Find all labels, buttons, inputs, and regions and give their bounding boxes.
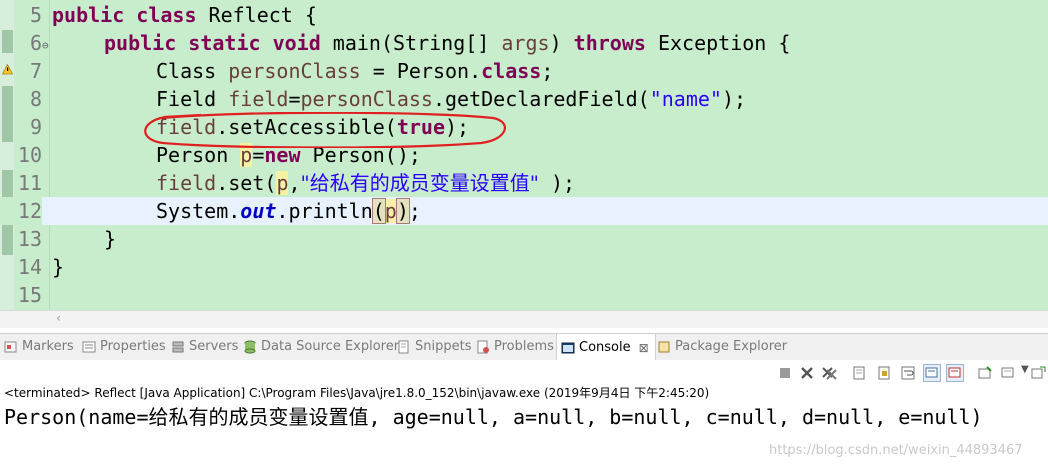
remove-launch-icon[interactable] <box>799 365 815 381</box>
tab-label: Problems <box>494 339 554 354</box>
code-line-current[interactable]: 12 System.out.println(p); <box>0 197 1048 225</box>
tab-servers[interactable]: Servers <box>171 334 238 360</box>
tab-label: Servers <box>189 339 239 354</box>
scroll-lock-icon[interactable] <box>876 365 892 381</box>
show-console-on-stderr-icon[interactable] <box>946 364 964 382</box>
tab-package-explorer[interactable]: Package Explorer <box>657 334 787 360</box>
console-output-line[interactable]: Person(name=给私有的成员变量设置值, age=null, a=nul… <box>4 403 983 431</box>
code-line[interactable]: 5 public class Reflect { <box>0 1 1048 29</box>
properties-icon <box>82 341 96 353</box>
line-number: 12 <box>0 197 42 225</box>
line-number: 11 <box>17 171 42 195</box>
tab-label: Properties <box>100 339 166 354</box>
snippets-icon <box>398 340 409 354</box>
watermark: https://blog.csdn.net/weixin_44893467 <box>769 443 1023 458</box>
tab-problems[interactable]: Problems <box>476 334 554 360</box>
line-number: 6 <box>29 31 42 55</box>
code-line[interactable]: 6 public static void main(String[] args)… <box>0 29 1048 57</box>
problems-icon <box>477 340 489 354</box>
red-annotation-circle <box>144 112 506 148</box>
code-text: Field field=personClass.getDeclaredField… <box>156 87 747 111</box>
line-number: 8 <box>29 87 42 111</box>
code-text: field.set(p,"给私有的成员变量设置值" ); <box>156 171 576 195</box>
console-toolbar: ▼ <box>0 360 1048 384</box>
views-tab-bar: Markers Properties Servers Data Source E… <box>0 333 1048 361</box>
data-source-icon <box>244 340 256 354</box>
code-editor[interactable]: ⊖ 5 public class Reflect { 6 public stat… <box>0 0 1048 310</box>
line-number: 15 <box>17 283 42 307</box>
line-number: 13 <box>17 227 42 251</box>
code-line[interactable]: 11 field.set(p,"给私有的成员变量设置值" ); <box>0 169 1048 197</box>
line-number: 9 <box>29 115 42 139</box>
pin-console-icon[interactable] <box>977 365 993 381</box>
console-process-label: <terminated> Reflect [Java Application] … <box>4 386 710 400</box>
tab-label: Data Source Explorer <box>261 339 400 354</box>
tab-label: Package Explorer <box>675 339 788 354</box>
word-wrap-icon[interactable] <box>900 365 916 381</box>
scroll-left-arrow-icon[interactable]: ‹ <box>55 311 62 325</box>
open-console-icon[interactable] <box>1031 365 1047 381</box>
tab-console[interactable]: Console ⊠ <box>556 334 656 361</box>
tab-data-source-explorer[interactable]: Data Source Explorer <box>243 334 399 360</box>
tab-markers[interactable]: Markers <box>4 334 74 360</box>
code-text: System.out.println(p); <box>156 198 421 224</box>
tab-snippets[interactable]: Snippets <box>397 334 471 360</box>
line-number: 5 <box>29 3 42 27</box>
servers-icon <box>172 341 184 353</box>
package-explorer-icon <box>658 341 670 353</box>
remove-all-terminated-icon[interactable] <box>821 365 837 381</box>
show-console-on-stdout-icon[interactable] <box>923 364 941 382</box>
code-line[interactable]: 15 <box>0 281 1048 309</box>
code-text: } <box>52 255 65 279</box>
line-number: 14 <box>17 255 42 279</box>
line-number: 7 <box>29 59 42 83</box>
code-line[interactable]: 8 Field field=personClass.getDeclaredFie… <box>0 85 1048 113</box>
tab-label: Console <box>579 339 631 355</box>
code-text: public static void main(String[] args) t… <box>104 31 791 55</box>
horizontal-scrollbar[interactable]: ‹ <box>0 310 1048 328</box>
code-line[interactable]: 7 Class personClass = Person.class; <box>0 57 1048 85</box>
clear-console-icon[interactable] <box>851 365 867 381</box>
terminate-icon[interactable] <box>777 365 793 381</box>
close-icon[interactable]: ⊠ <box>639 335 649 361</box>
code-line[interactable]: 13 } <box>0 225 1048 253</box>
line-number: 10 <box>17 143 42 167</box>
markers-icon <box>4 341 17 353</box>
display-selected-console-icon[interactable] <box>1001 365 1017 381</box>
code-text: } <box>104 227 117 251</box>
console-icon <box>561 342 575 353</box>
tab-properties[interactable]: Properties <box>82 334 166 360</box>
tab-label: Snippets <box>415 339 472 354</box>
tab-label: Markers <box>22 339 74 354</box>
code-text: public class Reflect { <box>52 3 317 27</box>
code-text: Class personClass = Person.class; <box>156 59 554 83</box>
code-line[interactable]: 14 } <box>0 253 1048 281</box>
